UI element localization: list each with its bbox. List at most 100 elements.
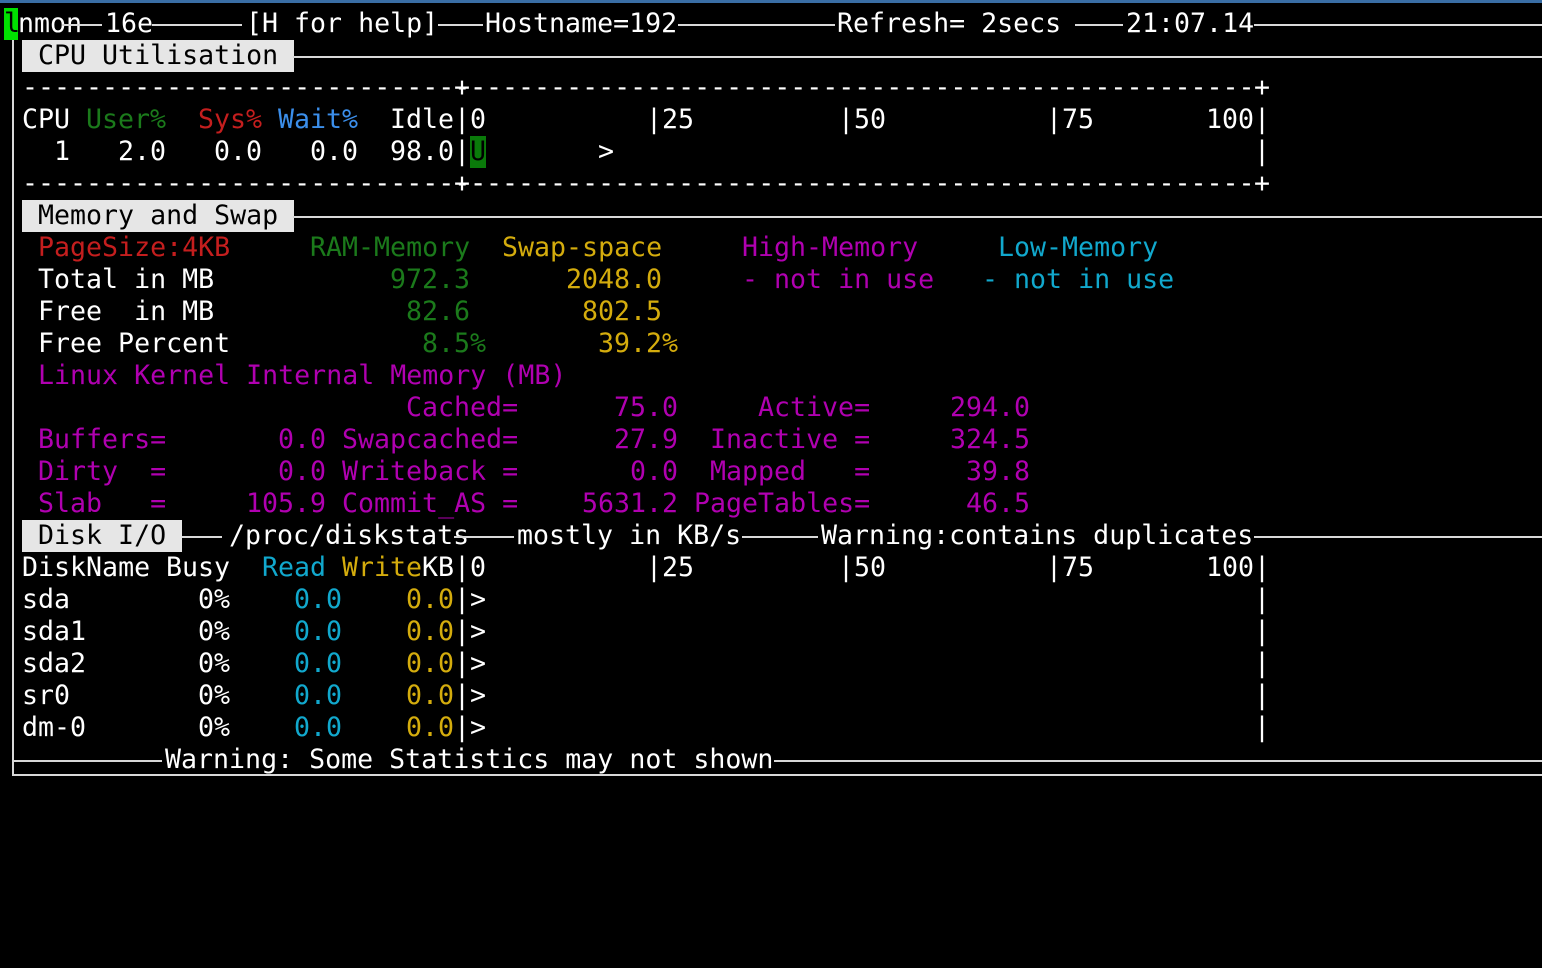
scale-100: 100|	[1206, 104, 1271, 135]
cpu-wait: 0.0	[310, 136, 359, 167]
disk-name: sda	[22, 584, 71, 615]
disk-busy: 0%	[198, 712, 231, 743]
scale-50: |50	[838, 552, 887, 583]
total-label: Total in MB	[38, 264, 215, 295]
scale-25: |25	[646, 552, 695, 583]
scale-0: 0	[470, 552, 487, 583]
commit-value: 5631.2	[582, 488, 679, 519]
col-read: Read	[262, 552, 327, 583]
dirty-label: Dirty =	[38, 456, 167, 487]
cached-label: Cached=	[406, 392, 519, 423]
pagetables-value: 46.5	[966, 488, 1031, 519]
disk-row[interactable]: sda 0% 0.0 0.0 | > |	[0, 584, 1270, 616]
disk-row[interactable]: sda1 0% 0.0 0.0 | > |	[0, 616, 1270, 648]
disk-title-row: /proc/diskstats mostly in KB/s Warning:c…	[0, 520, 1253, 552]
disk-section-label[interactable]: Disk I/O	[22, 520, 183, 552]
cpu-usage-bar: U	[470, 136, 487, 168]
swap-header: Swap-space	[502, 232, 663, 263]
ram-total: 972.3	[390, 264, 471, 295]
ram-free-pct: 8.5%	[422, 328, 487, 359]
scale-0: 0	[470, 104, 487, 135]
swap-total: 2048.0	[566, 264, 663, 295]
writeback-value: 0.0	[630, 456, 679, 487]
disk-bar: >	[470, 712, 487, 743]
disk-busy: 0%	[198, 584, 231, 615]
mapped-label: Mapped =	[710, 456, 871, 487]
terminal-cursor: l	[4, 8, 21, 40]
window-top-edge	[0, 0, 1542, 3]
ram-free: 82.6	[406, 296, 471, 327]
disk-row[interactable]: sda2 0% 0.0 0.0 | > |	[0, 648, 1270, 680]
footer-warning: Warning: Some Statistics may not shown	[165, 744, 774, 775]
memory-header-row: PageSize:4KB RAM-Memory Swap-space High-…	[0, 232, 1158, 264]
section-rule	[182, 536, 222, 538]
active-label: Active=	[758, 392, 871, 423]
cpu-dash-line-bottom: ----------------------------- + --------…	[22, 168, 1271, 199]
dash-line: ----------------------------------------…	[470, 72, 1255, 103]
disk-row[interactable]: sr0 0% 0.0 0.0 | > |	[0, 680, 1270, 712]
disk-warning: Warning:contains duplicates	[821, 520, 1254, 551]
scale-25: |25	[646, 104, 695, 135]
col-kb: KB	[422, 552, 455, 583]
kernel-row-4: Slab = 105.9 Commit_AS = 5631.2 PageTabl…	[0, 488, 1030, 520]
disk-write: 0.0	[406, 680, 455, 711]
cpu-dash-line-top: ----------------------------- + --------…	[22, 72, 1271, 103]
disk-name: sr0	[22, 680, 71, 711]
header-rule	[1254, 24, 1542, 26]
col-write: Write	[342, 552, 423, 583]
kernel-row-3: Dirty = 0.0 Writeback = 0.0 Mapped = 39.…	[0, 456, 1030, 488]
commit-label: Commit_AS =	[342, 488, 519, 519]
col-cpu: CPU	[22, 104, 71, 135]
dash-line: -----------------------------	[22, 168, 487, 199]
disk-source: /proc/diskstats	[229, 520, 470, 551]
memory-total-row: Total in MB 972.3 2048.0 - not in use - …	[0, 264, 1174, 296]
section-rule	[293, 56, 1542, 58]
page-size: PageSize:4KB	[38, 232, 231, 263]
disk-row[interactable]: dm-0 0% 0.0 0.0 | > |	[0, 712, 1270, 744]
swap-free-pct: 39.2%	[598, 328, 679, 359]
header-rule	[438, 24, 483, 26]
col-user: User%	[86, 104, 167, 135]
cpu-id: 1	[54, 136, 71, 167]
header-rule	[678, 24, 835, 26]
high-memory-total: - not in use	[742, 264, 935, 295]
buffers-label: Buffers=	[38, 424, 167, 455]
disk-name: sda2	[22, 648, 87, 679]
cpu-idle: 98.0	[390, 136, 455, 167]
disk-bar: >	[470, 680, 487, 711]
col-wait: Wait%	[278, 104, 359, 135]
header-bar: l nmon 16e [H for help] Hostname=192 Ref…	[0, 8, 1254, 40]
header-rule	[152, 24, 242, 26]
footer-rule	[12, 760, 162, 762]
help-hint[interactable]: [H for help]	[246, 8, 438, 40]
col-sys: Sys%	[198, 104, 263, 135]
kernel-row-1: Cached= 75.0 Active= 294.0	[0, 392, 1030, 424]
kernel-row-2: Buffers= 0.0 Swapcached= 27.9 Inactive =…	[0, 424, 1030, 456]
mapped-value: 39.8	[966, 456, 1031, 487]
cpu-sys: 0.0	[214, 136, 263, 167]
memory-free-row: Free in MB 82.6 802.5	[0, 296, 662, 328]
disk-name: sda1	[22, 616, 87, 647]
inactive-label: Inactive =	[710, 424, 871, 455]
section-rule	[1254, 536, 1542, 538]
cpu-header-row: CPU User% Sys% Wait% Idle | 0 |25 |50 |7…	[22, 104, 1271, 135]
disk-read: 0.0	[294, 616, 343, 647]
slab-label: Slab =	[38, 488, 167, 519]
col-diskname: DiskName	[22, 552, 151, 583]
swapcached-label: Swapcached=	[342, 424, 519, 455]
swap-free: 802.5	[582, 296, 663, 327]
free-label: Free in MB	[38, 296, 215, 327]
memory-section-label[interactable]: Memory and Swap	[22, 200, 295, 232]
scale-100: 100|	[1206, 552, 1271, 583]
dash-line: -----------------------------	[22, 72, 487, 103]
low-memory-header: Low-Memory	[998, 232, 1159, 263]
col-busy: Busy	[166, 552, 231, 583]
cpu-section-label[interactable]: CPU Utilisation	[22, 40, 295, 72]
disk-write: 0.0	[406, 712, 455, 743]
slab-value: 105.9	[246, 488, 327, 519]
disk-units: mostly in KB/s	[517, 520, 742, 551]
disk-read: 0.0	[294, 648, 343, 679]
dirty-value: 0.0	[278, 456, 327, 487]
buffers-value: 0.0	[278, 424, 327, 455]
section-rule	[293, 216, 1542, 218]
